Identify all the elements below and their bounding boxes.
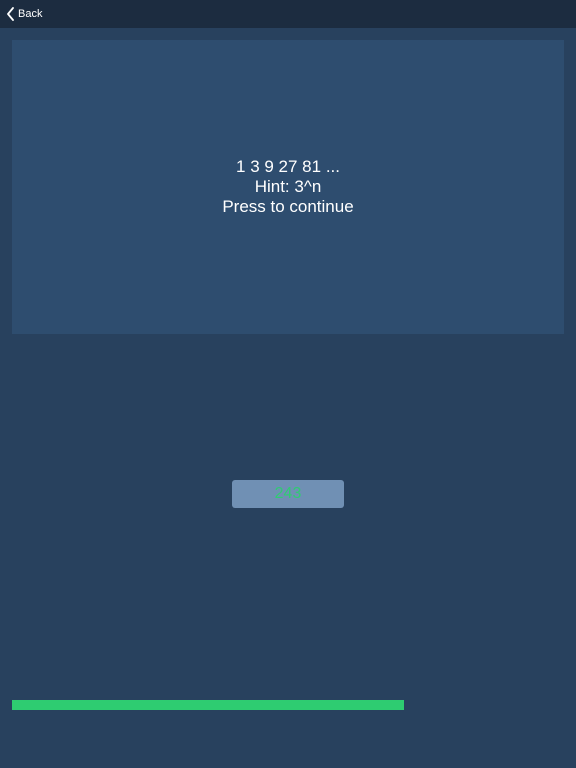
answer-field[interactable]: 243	[232, 480, 344, 508]
chevron-left-icon	[7, 7, 14, 21]
continue-instruction: Press to continue	[222, 197, 354, 216]
prompt-card[interactable]: 1 3 9 27 81 ... Hint: 3^n Press to conti…	[12, 40, 564, 334]
back-button[interactable]: Back	[6, 4, 42, 24]
sequence-text: 1 3 9 27 81 ...	[236, 157, 340, 176]
progress-bar-fill	[12, 700, 404, 710]
progress-bar	[12, 700, 564, 710]
navigation-bar: Back	[0, 0, 576, 28]
hint-text: Hint: 3^n	[254, 177, 322, 196]
back-label: Back	[18, 8, 43, 20]
